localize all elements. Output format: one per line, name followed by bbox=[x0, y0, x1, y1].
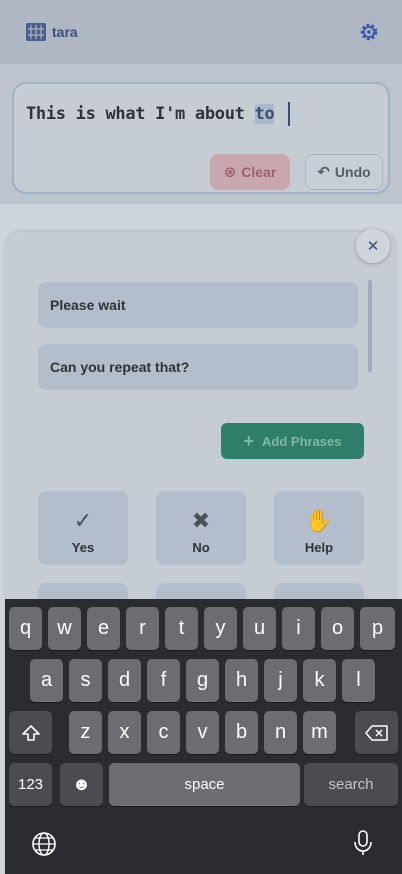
key-t[interactable]: t bbox=[165, 607, 198, 650]
key-m[interactable]: m bbox=[303, 711, 336, 754]
space-key[interactable]: space bbox=[109, 763, 300, 806]
key-r[interactable]: r bbox=[126, 607, 159, 650]
key-c[interactable]: c bbox=[147, 711, 180, 754]
key-q[interactable]: q bbox=[9, 607, 42, 650]
tile-yes[interactable]: ✓ Yes bbox=[38, 491, 128, 565]
key-f[interactable]: f bbox=[147, 659, 180, 702]
key-z[interactable]: z bbox=[69, 711, 102, 754]
clear-circle-x-icon: ⊗ bbox=[223, 164, 237, 181]
backspace-icon bbox=[364, 724, 388, 741]
x-icon: ✖ bbox=[191, 508, 211, 533]
undo-button[interactable]: ↶ Undo bbox=[305, 154, 383, 190]
close-icon[interactable]: ✕ bbox=[356, 229, 390, 263]
text-caret bbox=[288, 102, 290, 126]
tile-help[interactable]: ✋ Help bbox=[274, 491, 364, 565]
key-s[interactable]: s bbox=[69, 659, 102, 702]
add-phrases-button[interactable]: + Add Phrases bbox=[221, 423, 364, 459]
key-n[interactable]: n bbox=[264, 711, 297, 754]
undo-arrow-icon: ↶ bbox=[317, 164, 330, 181]
check-icon: ✓ bbox=[73, 508, 93, 533]
search-key[interactable]: search bbox=[304, 763, 398, 806]
key-d[interactable]: d bbox=[108, 659, 141, 702]
key-b[interactable]: b bbox=[225, 711, 258, 754]
key-h[interactable]: h bbox=[225, 659, 258, 702]
emoji-icon: ☻ bbox=[72, 774, 91, 794]
key-e[interactable]: e bbox=[87, 607, 120, 650]
key-j[interactable]: j bbox=[264, 659, 297, 702]
app-title: tara bbox=[52, 24, 78, 40]
onscreen-keyboard: q w e r t y u i o p a s d f g h j k l z … bbox=[5, 599, 402, 874]
key-l[interactable]: l bbox=[342, 659, 375, 702]
sheet-scrollbar[interactable] bbox=[368, 280, 372, 372]
shift-arrow-icon bbox=[21, 724, 40, 741]
grid-logo-icon bbox=[26, 23, 46, 41]
numbers-key[interactable]: 123 bbox=[9, 763, 52, 806]
key-g[interactable]: g bbox=[186, 659, 219, 702]
key-i[interactable]: i bbox=[282, 607, 315, 650]
key-k[interactable]: k bbox=[303, 659, 336, 702]
phrase-item[interactable]: Please wait bbox=[38, 282, 358, 328]
emoji-key[interactable]: ☻ bbox=[60, 763, 103, 806]
globe-icon[interactable] bbox=[29, 829, 59, 859]
key-a[interactable]: a bbox=[30, 659, 63, 702]
microphone-icon[interactable] bbox=[348, 827, 378, 859]
clear-button[interactable]: ⊗ Clear bbox=[210, 154, 290, 190]
plus-icon: + bbox=[243, 430, 255, 451]
key-p[interactable]: p bbox=[360, 607, 395, 650]
key-u[interactable]: u bbox=[243, 607, 276, 650]
phrase-item[interactable]: Can you repeat that? bbox=[38, 344, 358, 390]
gear-icon[interactable] bbox=[358, 21, 380, 43]
key-v[interactable]: v bbox=[186, 711, 219, 754]
key-y[interactable]: y bbox=[204, 607, 237, 650]
backspace-key[interactable] bbox=[355, 711, 398, 754]
help-icon: ✋ bbox=[305, 508, 333, 533]
message-text: This is what I'm about to bbox=[26, 104, 275, 124]
key-w[interactable]: w bbox=[48, 607, 81, 650]
shift-key[interactable] bbox=[9, 711, 52, 754]
message-text-highlight: to bbox=[254, 104, 275, 124]
key-o[interactable]: o bbox=[321, 607, 354, 650]
key-x[interactable]: x bbox=[108, 711, 141, 754]
tile-no[interactable]: ✖ No bbox=[156, 491, 246, 565]
